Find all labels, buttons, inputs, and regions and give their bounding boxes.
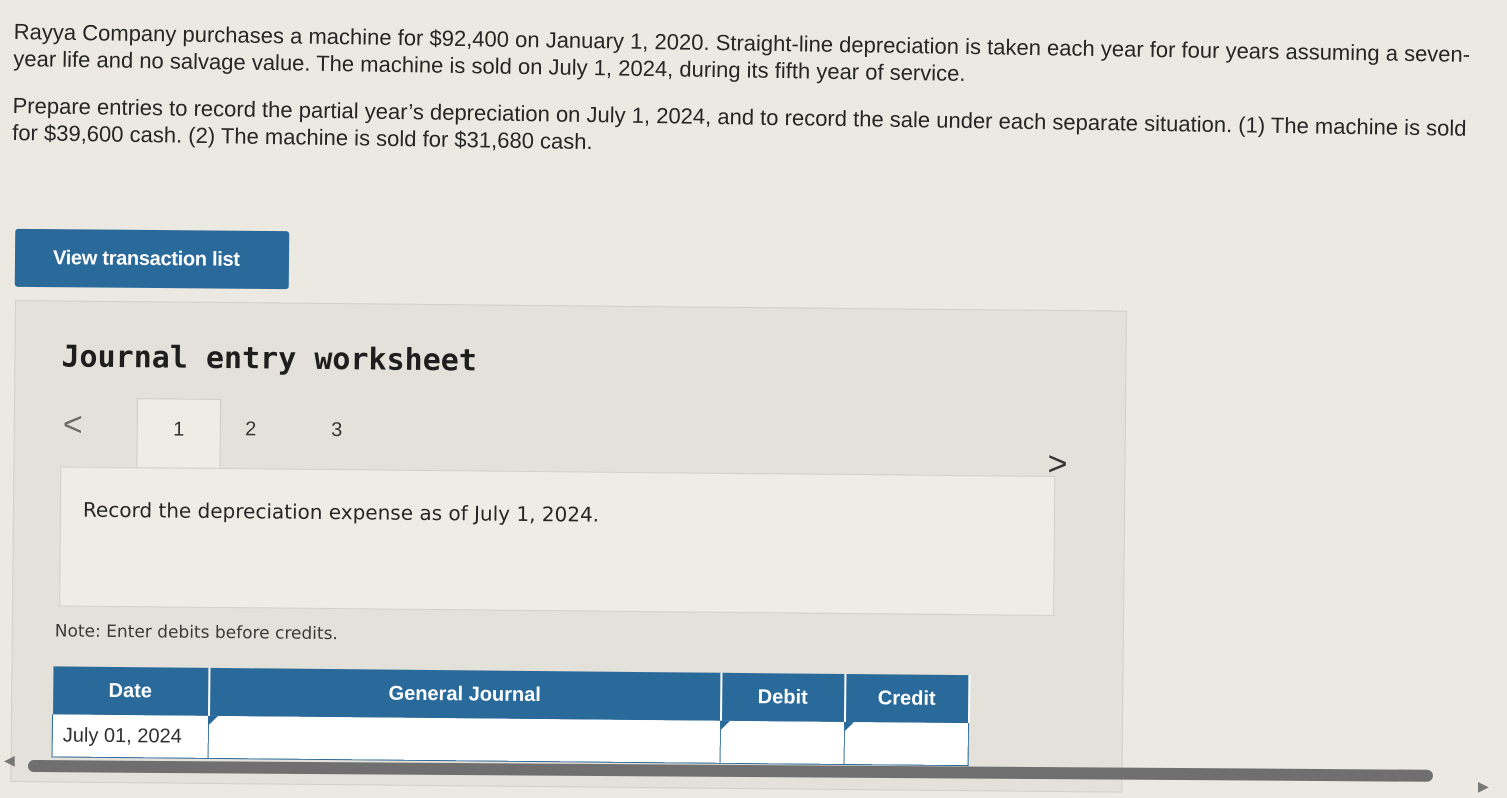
scroll-right-arrow-icon[interactable]: ▶ xyxy=(1478,778,1489,795)
instruction-text: Record the depreciation expense as of Ju… xyxy=(82,497,600,527)
header-date: Date xyxy=(52,666,209,716)
problem-statement: Rayya Company purchases a machine for $9… xyxy=(12,18,1494,189)
chevron-left-icon[interactable]: < xyxy=(63,405,83,443)
problem-paragraph-2: Prepare entries to record the partial ye… xyxy=(12,92,1467,155)
account-cell[interactable] xyxy=(208,715,721,764)
table-header-row: Date General Journal Debit Credit xyxy=(52,666,969,724)
problem-paragraph-1: Rayya Company purchases a machine for $9… xyxy=(13,18,1471,86)
view-transaction-list-button[interactable]: View transaction list xyxy=(14,228,290,290)
header-general-journal: General Journal xyxy=(208,667,721,721)
worksheet-title: Journal entry worksheet xyxy=(61,339,478,379)
journal-entry-worksheet: Journal entry worksheet < 1 2 3 > Record… xyxy=(10,300,1127,793)
table-row: July 01, 2024 xyxy=(52,714,969,766)
input-marker-icon xyxy=(720,720,730,730)
tab-3[interactable]: 3 xyxy=(294,400,379,471)
date-cell[interactable]: July 01, 2024 xyxy=(52,714,209,759)
header-credit: Credit xyxy=(844,673,969,724)
chevron-right-icon[interactable]: > xyxy=(1047,445,1067,483)
journal-table: Date General Journal Debit Credit July 0… xyxy=(52,666,970,766)
tab-panel: Record the depreciation expense as of Ju… xyxy=(59,466,1056,616)
debit-cell[interactable] xyxy=(720,720,845,765)
note-text: Note: Enter debits before credits. xyxy=(54,621,338,645)
worksheet-tabs: < 1 2 3 > xyxy=(62,397,1068,483)
input-marker-icon xyxy=(844,721,854,732)
tab-2[interactable]: 2 xyxy=(208,399,293,470)
credit-cell[interactable] xyxy=(844,721,969,766)
scroll-left-arrow-icon[interactable]: ◀ xyxy=(4,752,15,769)
dropdown-marker-icon xyxy=(208,715,219,725)
header-debit: Debit xyxy=(720,672,845,722)
